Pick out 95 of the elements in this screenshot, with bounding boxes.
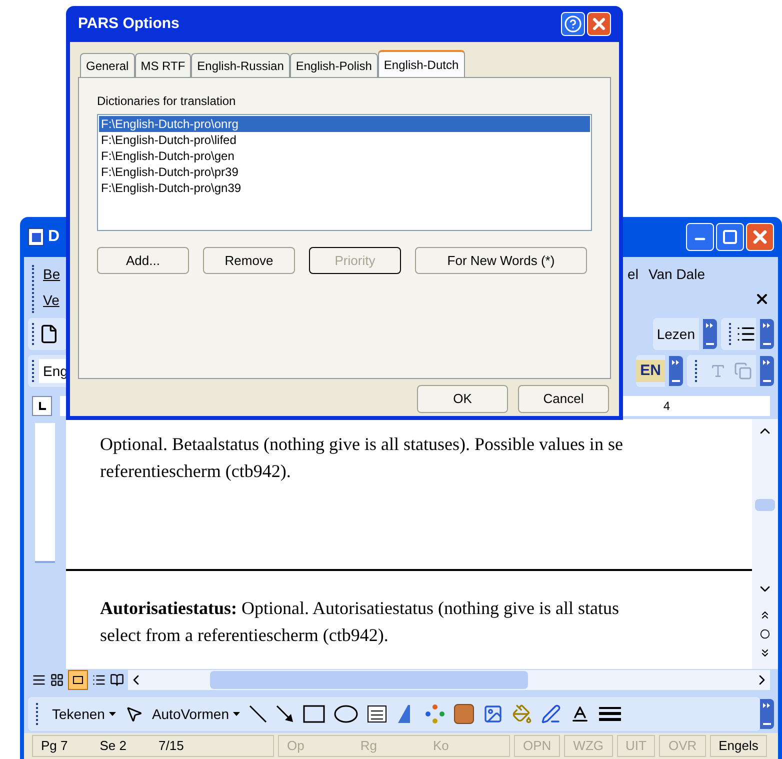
horizontal-scrollbar[interactable] <box>128 670 770 690</box>
toolbar-options-button[interactable] <box>760 699 774 729</box>
status-text: 7/15 <box>158 737 184 756</box>
word-app-icon <box>28 228 44 246</box>
autoshapes-menu-button[interactable]: AutoVormen <box>152 704 240 724</box>
caret-icon <box>233 712 240 716</box>
scroll-thumb[interactable] <box>755 499 775 511</box>
draw-menu-button[interactable]: Tekenen <box>52 704 116 724</box>
toolbar-grip[interactable] <box>729 323 732 345</box>
menu-item[interactable]: Van Dale <box>648 264 705 284</box>
language-badge[interactable]: EN <box>636 360 665 382</box>
toolbar-grip[interactable] <box>32 360 35 382</box>
close-button[interactable] <box>746 223 774 251</box>
document-text: select from a referentiescherm (ctb942). <box>100 624 390 647</box>
dialog-button[interactable]: Cancel <box>518 385 609 413</box>
vertical-scrollbar[interactable] <box>752 419 778 669</box>
dictionary-item[interactable]: F:\English-Dutch-pro\lifed <box>99 132 590 148</box>
status-text: UIT <box>626 737 646 756</box>
toolbar-options-button[interactable] <box>703 319 717 349</box>
status-text: Rg <box>360 737 377 756</box>
maximize-icon <box>722 229 738 245</box>
tab-stop-selector[interactable] <box>32 396 52 416</box>
dialog-tab[interactable]: MS RTF <box>134 53 192 77</box>
dialog-button[interactable]: Remove <box>203 247 295 274</box>
scroll-thumb[interactable] <box>210 671 528 689</box>
font-color-icon[interactable] <box>570 704 590 724</box>
previous-page-icon[interactable] <box>759 609 771 621</box>
dialog-tab[interactable]: English-Dutch <box>378 50 465 78</box>
next-page-icon[interactable] <box>759 647 771 659</box>
status-text: Op <box>287 737 304 756</box>
line-tool-icon[interactable] <box>249 705 267 723</box>
arrow-tool-icon[interactable] <box>276 705 294 723</box>
double-chevron-icon <box>763 323 771 328</box>
toolbar-options-button[interactable] <box>669 356 683 386</box>
menu-item[interactable]: Be <box>43 261 60 287</box>
list-label: Dictionaries for translation <box>97 93 237 110</box>
dialog-title: PARS Options <box>78 14 180 34</box>
dictionary-item[interactable]: F:\English-Dutch-pro\gn39 <box>99 180 590 196</box>
status-text: OVR <box>668 737 697 756</box>
toolbar-grip[interactable] <box>695 360 698 382</box>
maximize-button[interactable] <box>716 223 744 251</box>
menu-item[interactable]: Ve <box>43 287 60 313</box>
document-text: referentiescherm (ctb942). <box>100 460 292 483</box>
double-chevron-icon <box>763 360 771 365</box>
status-text: WZG <box>573 737 604 756</box>
new-document-icon[interactable] <box>39 324 59 344</box>
dictionary-list[interactable]: F:\English-Dutch-pro\onrg F:\English-Dutch-pro\lifed F:\English-Dutch-pro\gen F:\English-Dutch-pro\pr39 F:\English-Dutch-pro\gn39 <box>97 114 592 231</box>
document-text: Optional. Betaalstatus (nothing give is all statuses). Possible values in se <box>100 433 624 456</box>
dialog-button[interactable]: OK <box>417 385 508 413</box>
dictionary-item[interactable]: F:\English-Dutch-pro\onrg <box>99 116 590 132</box>
text-box-icon[interactable] <box>367 705 387 723</box>
normal-view-icon[interactable] <box>32 673 46 687</box>
toolbar-grip[interactable] <box>36 703 39 725</box>
dialog-button[interactable]: Add... <box>97 247 189 274</box>
select-pointer-icon[interactable] <box>124 705 143 723</box>
dictionary-item[interactable]: F:\English-Dutch-pro\gen <box>99 148 590 164</box>
window-title: D <box>48 227 60 247</box>
status-text: Se 2 <box>100 737 126 756</box>
dialog-tab[interactable]: English-Russian <box>191 53 290 77</box>
reading-view-icon[interactable] <box>110 673 124 687</box>
picture-icon[interactable] <box>483 704 503 724</box>
print-view-icon[interactable] <box>68 670 88 690</box>
menu-item[interactable]: el <box>628 264 638 284</box>
fill-color-icon[interactable] <box>512 704 532 724</box>
status-text: OPN <box>523 737 552 756</box>
document-text: Autorisatiestatus: Optional. Autorisatiestatus (nothing give is all status <box>100 597 620 620</box>
diagram-icon[interactable] <box>425 704 445 724</box>
double-chevron-icon <box>706 323 714 328</box>
web-view-icon[interactable] <box>50 673 64 687</box>
help-icon <box>564 15 582 33</box>
dialog-button[interactable]: For New Words (*) <box>415 247 587 274</box>
caret-icon <box>108 712 116 716</box>
toolbar-grip[interactable] <box>32 323 35 345</box>
help-button[interactable] <box>561 12 585 36</box>
rectangle-tool-icon[interactable] <box>303 705 325 723</box>
dialog-tab[interactable]: General <box>80 53 135 77</box>
minimize-button[interactable] <box>686 223 714 251</box>
toolbar-options-button[interactable] <box>760 319 774 349</box>
outline-view-icon[interactable] <box>92 673 106 687</box>
toolbar-options-button[interactable] <box>760 356 774 386</box>
close-icon <box>590 15 608 33</box>
status-text: Pg 7 <box>41 737 68 756</box>
ruler-number: 4 <box>663 398 670 415</box>
status-text: Ko <box>432 737 449 756</box>
double-chevron-icon <box>672 360 680 365</box>
dictionary-item[interactable]: F:\English-Dutch-pro\pr39 <box>99 164 590 180</box>
status-text: Engels <box>718 737 758 756</box>
oval-tool-icon[interactable] <box>334 705 358 723</box>
double-chevron-icon <box>763 703 771 708</box>
close-document-icon[interactable] <box>754 291 770 307</box>
dialog-tab[interactable]: English-Polish <box>290 53 378 77</box>
line-color-icon[interactable] <box>541 704 561 724</box>
line-style-icon[interactable] <box>599 707 621 721</box>
browse-object-icon[interactable] <box>760 629 770 639</box>
close-button[interactable] <box>587 12 611 36</box>
